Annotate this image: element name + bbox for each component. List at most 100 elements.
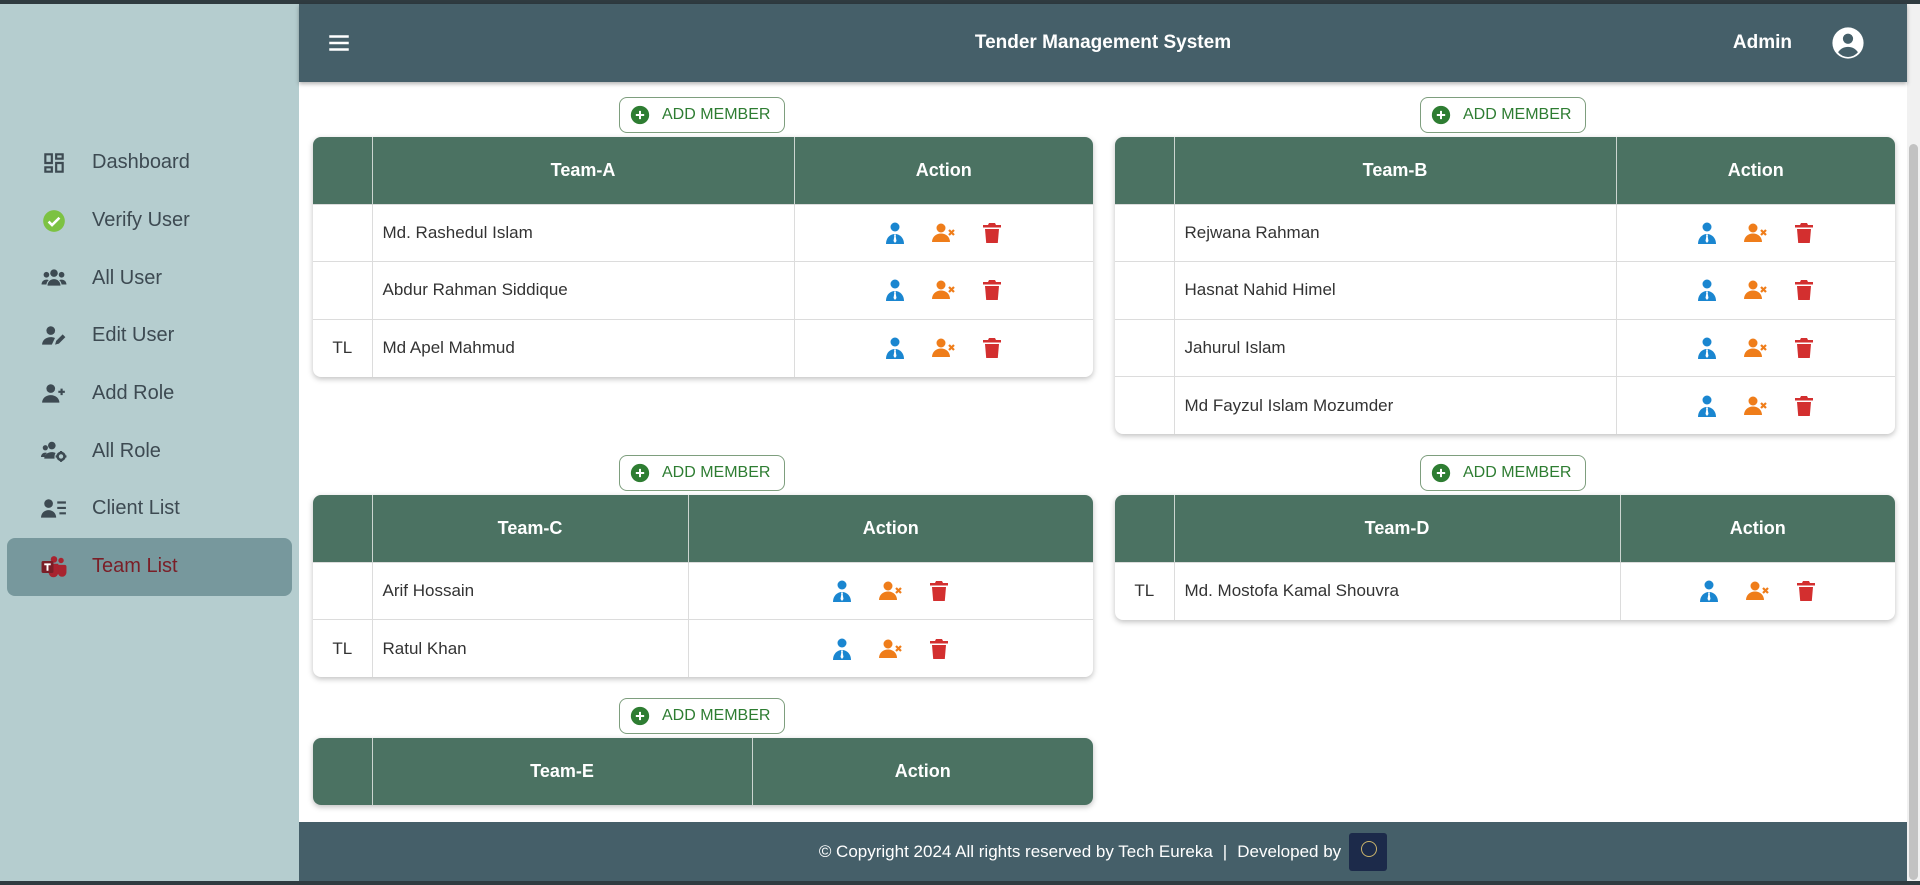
table-row: Hasnat Nahid Himel <box>1115 261 1895 319</box>
sidebar-item-all-role[interactable]: All Role <box>0 422 299 480</box>
sidebar-item-label: Dashboard <box>92 151 190 174</box>
remove-member-icon[interactable] <box>1741 391 1771 421</box>
remove-member-icon[interactable] <box>929 333 959 363</box>
add-member-label: ADD MEMBER <box>662 707 771 724</box>
add-member-button-team-c[interactable]: ADD MEMBER <box>619 455 786 491</box>
account-circle-icon[interactable] <box>1831 26 1865 60</box>
view-member-icon[interactable] <box>1694 576 1724 606</box>
add-member-button-team-e[interactable]: ADD MEMBER <box>619 698 786 734</box>
role-column-header <box>1115 495 1175 562</box>
add-member-button-team-a[interactable]: ADD MEMBER <box>619 97 786 133</box>
member-role <box>313 561 373 620</box>
remove-member-icon[interactable] <box>1743 576 1773 606</box>
remove-member-icon[interactable] <box>1741 275 1771 305</box>
delete-member-icon[interactable] <box>977 218 1007 248</box>
remove-member-icon[interactable] <box>1741 333 1771 363</box>
view-member-icon[interactable] <box>880 333 910 363</box>
remove-member-icon[interactable] <box>929 218 959 248</box>
admin-label[interactable]: Admin <box>1733 4 1792 82</box>
member-name: Ratul Khan <box>372 619 689 677</box>
sidebar-item-label: Team List <box>92 555 178 578</box>
user-edit-icon <box>40 322 68 350</box>
sidebar-item-edit-user[interactable]: Edit User <box>0 307 299 365</box>
sidebar-item-all-user[interactable]: All User <box>0 249 299 307</box>
member-role: TL <box>313 619 373 677</box>
row-actions <box>688 561 1093 620</box>
action-column-header: Action <box>688 495 1093 562</box>
view-member-icon[interactable] <box>880 218 910 248</box>
sidebar-item-add-role[interactable]: Add Role <box>0 365 299 423</box>
sidebar-item-team-list[interactable]: Team List <box>7 537 292 596</box>
team-name-header: Team-B <box>1174 137 1617 204</box>
remove-member-icon[interactable] <box>876 634 906 664</box>
add-member-button-team-b[interactable]: ADD MEMBER <box>1420 97 1587 133</box>
remove-member-icon[interactable] <box>1741 218 1771 248</box>
table-row: TL Md. Mostofa Kamal Shouvra <box>1115 561 1895 620</box>
teams-icon <box>40 553 68 581</box>
view-member-icon[interactable] <box>1692 333 1722 363</box>
client-list-icon <box>40 495 68 523</box>
member-role <box>1115 261 1175 319</box>
team-b-table: Team-B Action Rejwana Rahman Hasnat Nahi… <box>1115 137 1895 434</box>
delete-member-icon[interactable] <box>1791 576 1821 606</box>
member-name: Hasnat Nahid Himel <box>1174 261 1617 319</box>
row-actions <box>1616 203 1895 262</box>
member-name: Md. Mostofa Kamal Shouvra <box>1174 561 1621 620</box>
add-circle-icon <box>630 105 650 125</box>
team-name-header: Team-D <box>1174 495 1621 562</box>
role-column-header <box>313 495 373 562</box>
table-row: Md. Rashedul Islam <box>313 203 1093 262</box>
developer-logo[interactable] <box>1349 832 1388 871</box>
role-column-header <box>313 137 373 204</box>
row-actions <box>1620 561 1895 620</box>
delete-member-icon[interactable] <box>977 333 1007 363</box>
scrollbar-thumb[interactable] <box>1909 144 1918 880</box>
member-role <box>1115 318 1175 377</box>
view-member-icon[interactable] <box>1692 275 1722 305</box>
action-column-header: Action <box>1616 137 1895 204</box>
add-member-button-team-d[interactable]: ADD MEMBER <box>1420 455 1587 491</box>
table-row: Jahurul Islam <box>1115 318 1895 377</box>
delete-member-icon[interactable] <box>1789 333 1819 363</box>
view-member-icon[interactable] <box>1692 391 1722 421</box>
delete-member-icon[interactable] <box>1789 218 1819 248</box>
row-actions <box>794 261 1093 319</box>
action-column-header: Action <box>752 738 1093 805</box>
row-actions <box>794 318 1093 377</box>
member-role: TL <box>313 318 373 377</box>
member-role <box>1115 203 1175 262</box>
delete-member-icon[interactable] <box>924 576 954 606</box>
sidebar-item-dashboard[interactable]: Dashboard <box>0 134 299 192</box>
verify-check-icon <box>40 207 68 235</box>
table-row: Md Fayzul Islam Mozumder <box>1115 376 1895 434</box>
table-row: Rejwana Rahman <box>1115 203 1895 262</box>
row-actions <box>1616 318 1895 377</box>
sidebar-item-label: Client List <box>92 497 180 520</box>
member-name: Md Fayzul Islam Mozumder <box>1174 376 1617 434</box>
sidebar-item-client-list[interactable]: Client List <box>0 480 299 538</box>
remove-member-icon[interactable] <box>929 275 959 305</box>
users-icon <box>40 264 68 292</box>
delete-member-icon[interactable] <box>924 634 954 664</box>
footer: © Copyright 2024 All rights reserved by … <box>299 822 1907 881</box>
delete-member-icon[interactable] <box>1789 391 1819 421</box>
page-scrollbar[interactable] <box>1907 4 1920 881</box>
view-member-icon[interactable] <box>827 634 857 664</box>
view-member-icon[interactable] <box>1692 218 1722 248</box>
row-actions <box>688 619 1093 677</box>
sidebar-item-label: All User <box>92 266 163 289</box>
dashboard-icon <box>40 149 68 177</box>
team-name-header: Team-C <box>372 495 689 562</box>
view-member-icon[interactable] <box>827 576 857 606</box>
add-circle-icon <box>630 706 650 726</box>
action-column-header: Action <box>1620 495 1895 562</box>
remove-member-icon[interactable] <box>876 576 906 606</box>
sidebar-item-verify-user[interactable]: Verify User <box>0 192 299 250</box>
member-name: Abdur Rahman Siddique <box>372 261 795 319</box>
delete-member-icon[interactable] <box>977 275 1007 305</box>
role-column-header <box>1115 137 1175 204</box>
delete-member-icon[interactable] <box>1789 275 1819 305</box>
add-circle-icon <box>1431 105 1451 125</box>
view-member-icon[interactable] <box>880 275 910 305</box>
member-name: Jahurul Islam <box>1174 318 1617 377</box>
